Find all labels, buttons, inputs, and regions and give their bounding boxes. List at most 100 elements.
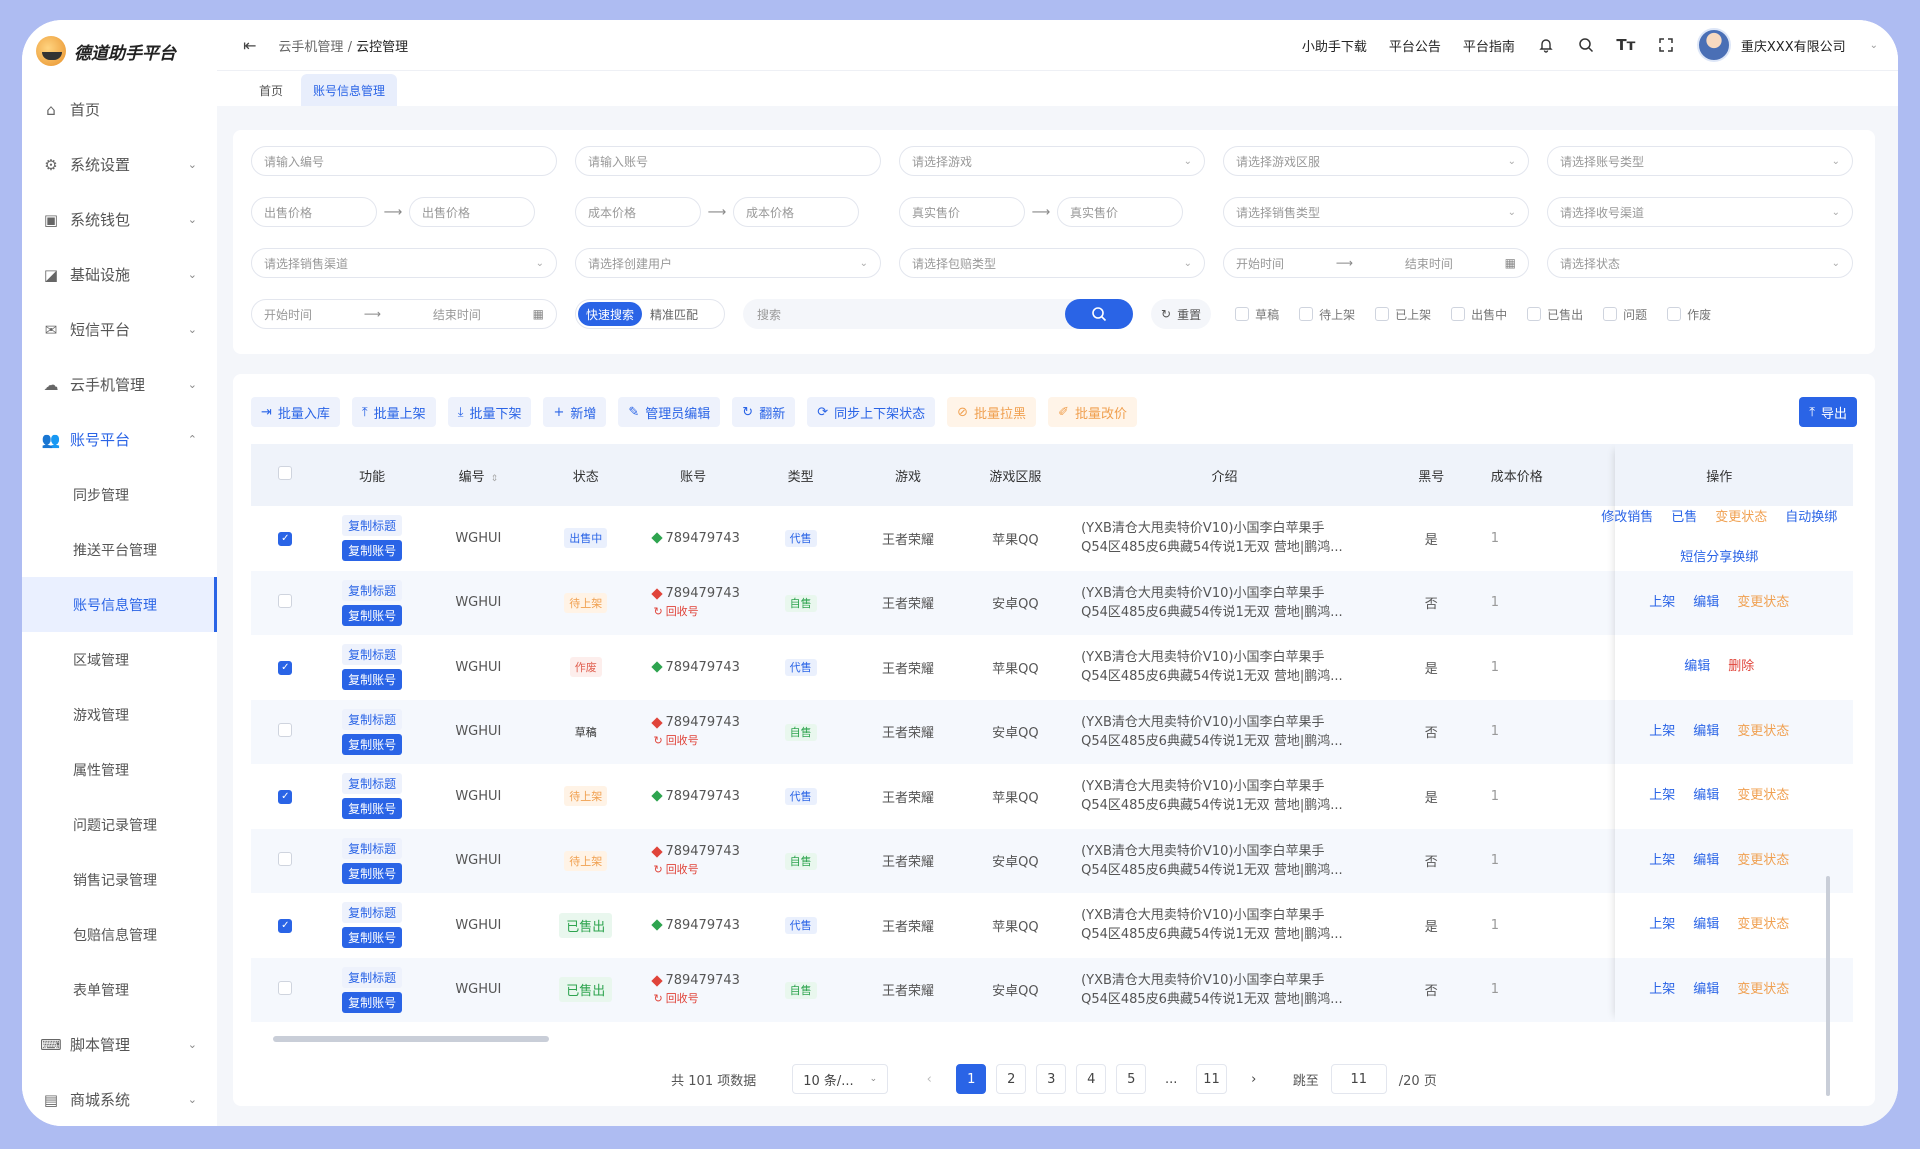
copy-title-button[interactable]: 复制标题	[342, 515, 403, 537]
status-checkbox[interactable]: 问题	[1603, 306, 1647, 323]
sidebar-item-gear[interactable]: ⚙ 系统设置 ⌄	[22, 137, 217, 192]
row-checkbox[interactable]: ✓	[278, 919, 293, 934]
checkbox[interactable]	[1299, 307, 1314, 321]
copy-title-button[interactable]: 复制标题	[342, 902, 403, 924]
sidebar-item-users[interactable]: 👥 账号平台 ⌃	[22, 412, 217, 467]
row-action-link[interactable]: 变更状态	[1737, 721, 1789, 743]
copy-account-button[interactable]: 复制账号	[342, 991, 403, 1013]
row-action-link[interactable]: 已售	[1671, 507, 1697, 529]
sidebar-subitem[interactable]: 同步管理	[22, 467, 217, 522]
checkbox[interactable]	[1527, 307, 1542, 321]
prev-page-button[interactable]: ‹	[914, 1064, 945, 1094]
checkbox[interactable]	[1603, 307, 1618, 321]
copy-account-button[interactable]: 复制账号	[342, 540, 403, 562]
row-action-link[interactable]: 变更状态	[1737, 785, 1789, 807]
select-input[interactable]: 请选择包赔类型 ⌄	[899, 248, 1205, 278]
toolbar-button[interactable]: ✎ 管理员编辑	[618, 397, 721, 427]
max-price-input[interactable]: 出售价格	[409, 197, 535, 227]
link-announcement[interactable]: 平台公告	[1389, 36, 1441, 55]
row-action-link[interactable]: 变更状态	[1737, 979, 1789, 1001]
copy-account-button[interactable]: 复制账号	[342, 733, 403, 755]
sidebar-item-code[interactable]: ⌨ 脚本管理 ⌄	[22, 1017, 217, 1072]
status-checkbox[interactable]: 待上架	[1299, 306, 1355, 323]
row-checkbox[interactable]: ✓	[278, 790, 293, 805]
sidebar-subitem[interactable]: 销售记录管理	[22, 852, 217, 907]
row-action-link[interactable]: 上架	[1649, 914, 1675, 936]
row-action-link[interactable]: 编辑	[1693, 914, 1719, 936]
row-action-link[interactable]: 编辑	[1693, 592, 1719, 614]
sort-icon[interactable]: ⇕	[491, 474, 499, 484]
reset-button[interactable]: ↻ 重置	[1151, 299, 1212, 329]
row-action-link[interactable]: 删除	[1728, 656, 1754, 678]
row-action-link[interactable]: 变更状态	[1737, 592, 1789, 614]
page-number-button[interactable]: 3	[1036, 1064, 1067, 1094]
toolbar-button[interactable]: ⤓ 批量下架	[447, 397, 532, 427]
sidebar-item-message[interactable]: ✉ 短信平台 ⌄	[22, 302, 217, 357]
sidebar-subitem[interactable]: 表单管理	[22, 962, 217, 1017]
row-action-link[interactable]: 编辑	[1693, 721, 1719, 743]
status-checkbox[interactable]: 作废	[1667, 306, 1711, 323]
sidebar-item-home[interactable]: ⌂ 首页	[22, 82, 217, 137]
checkbox[interactable]	[1451, 307, 1466, 321]
page-number-button[interactable]: 4	[1076, 1064, 1107, 1094]
page-number-button[interactable]: 5	[1116, 1064, 1147, 1094]
date-range-picker[interactable]: 开始时间 ⟶ 结束时间 ▦	[251, 299, 557, 329]
status-checkbox[interactable]: 已售出	[1527, 306, 1583, 323]
sidebar-subitem[interactable]: 推送平台管理	[22, 522, 217, 577]
toolbar-button[interactable]: ⊘ 批量拉黑	[947, 397, 1037, 427]
checkbox[interactable]	[1235, 307, 1250, 321]
row-action-link[interactable]: 自动换绑	[1785, 507, 1837, 529]
row-action-link[interactable]: 修改销售	[1601, 507, 1653, 529]
search-mode-quick[interactable]: 快速搜索	[578, 302, 643, 326]
toolbar-button[interactable]: ✐ 批量改价	[1048, 397, 1137, 427]
row-action-link[interactable]: 编辑	[1693, 850, 1719, 872]
sidebar-subitem[interactable]: 游戏管理	[22, 687, 217, 742]
row-action-link[interactable]: 上架	[1649, 850, 1675, 872]
copy-account-button[interactable]: 复制账号	[342, 604, 403, 626]
link-guide[interactable]: 平台指南	[1463, 36, 1515, 55]
row-action-link[interactable]: 上架	[1649, 979, 1675, 1001]
min-price-input[interactable]: 出售价格	[251, 197, 377, 227]
copy-account-button[interactable]: 复制账号	[342, 798, 403, 820]
font-size-icon[interactable]: Tт	[1616, 36, 1635, 54]
select-input[interactable]: 请选择游戏区服 ⌄	[1223, 146, 1529, 176]
page-size-select[interactable]: 10 条/... ⌄	[792, 1064, 889, 1094]
sidebar-item-wallet[interactable]: ▣ 系统钱包 ⌄	[22, 192, 217, 247]
copy-title-button[interactable]: 复制标题	[342, 579, 403, 601]
row-action-link[interactable]: 编辑	[1693, 979, 1719, 1001]
select-input[interactable]: 请选择创建用户 ⌄	[575, 248, 881, 278]
sidebar-subitem[interactable]: 区域管理	[22, 632, 217, 687]
link-assistant-download[interactable]: 小助手下载	[1302, 36, 1367, 55]
fullscreen-icon[interactable]	[1657, 36, 1675, 54]
row-action-link[interactable]: 变更状态	[1715, 507, 1767, 529]
search-mode-exact[interactable]: 精准匹配	[642, 302, 706, 326]
user-menu[interactable]: 重庆XXX有限公司 ⌄	[1696, 28, 1878, 62]
row-checkbox[interactable]: ✓	[278, 532, 293, 547]
page-number-button[interactable]: 1	[956, 1064, 987, 1094]
select-input[interactable]: 请选择销售类型 ⌄	[1223, 197, 1529, 227]
column-header[interactable]: 编号 ⇕	[424, 444, 533, 506]
max-price-input[interactable]: 成本价格	[733, 197, 859, 227]
min-price-input[interactable]: 真实售价	[899, 197, 1025, 227]
checkbox[interactable]	[1375, 307, 1390, 321]
text-input[interactable]: 请输入账号	[575, 146, 881, 176]
tab-account-info[interactable]: 账号信息管理	[301, 74, 398, 106]
search-input[interactable]: 搜索	[743, 299, 1133, 329]
copy-title-button[interactable]: 复制标题	[342, 773, 403, 795]
sidebar-subitem[interactable]: 账号信息管理	[22, 577, 217, 632]
row-action-link[interactable]: 上架	[1649, 785, 1675, 807]
copy-title-button[interactable]: 复制标题	[342, 708, 403, 730]
menu-fold-icon[interactable]: ⇤	[243, 36, 256, 55]
sidebar-item-chart[interactable]: ◪ 基础设施 ⌄	[22, 247, 217, 302]
bell-icon[interactable]	[1537, 36, 1555, 54]
copy-account-button[interactable]: 复制账号	[342, 669, 403, 691]
checkbox[interactable]	[1667, 307, 1682, 321]
page-number-button[interactable]: 11	[1196, 1064, 1227, 1094]
export-button[interactable]: ⤒ 导出	[1799, 397, 1857, 427]
sidebar-subitem[interactable]: 问题记录管理	[22, 797, 217, 852]
jump-page-input[interactable]: 11	[1330, 1064, 1387, 1094]
logo[interactable]: 德道助手平台	[22, 20, 217, 82]
max-price-input[interactable]: 真实售价	[1057, 197, 1183, 227]
status-select[interactable]: 请选择状态 ⌄	[1547, 248, 1853, 278]
sidebar-subitem[interactable]: 属性管理	[22, 742, 217, 797]
